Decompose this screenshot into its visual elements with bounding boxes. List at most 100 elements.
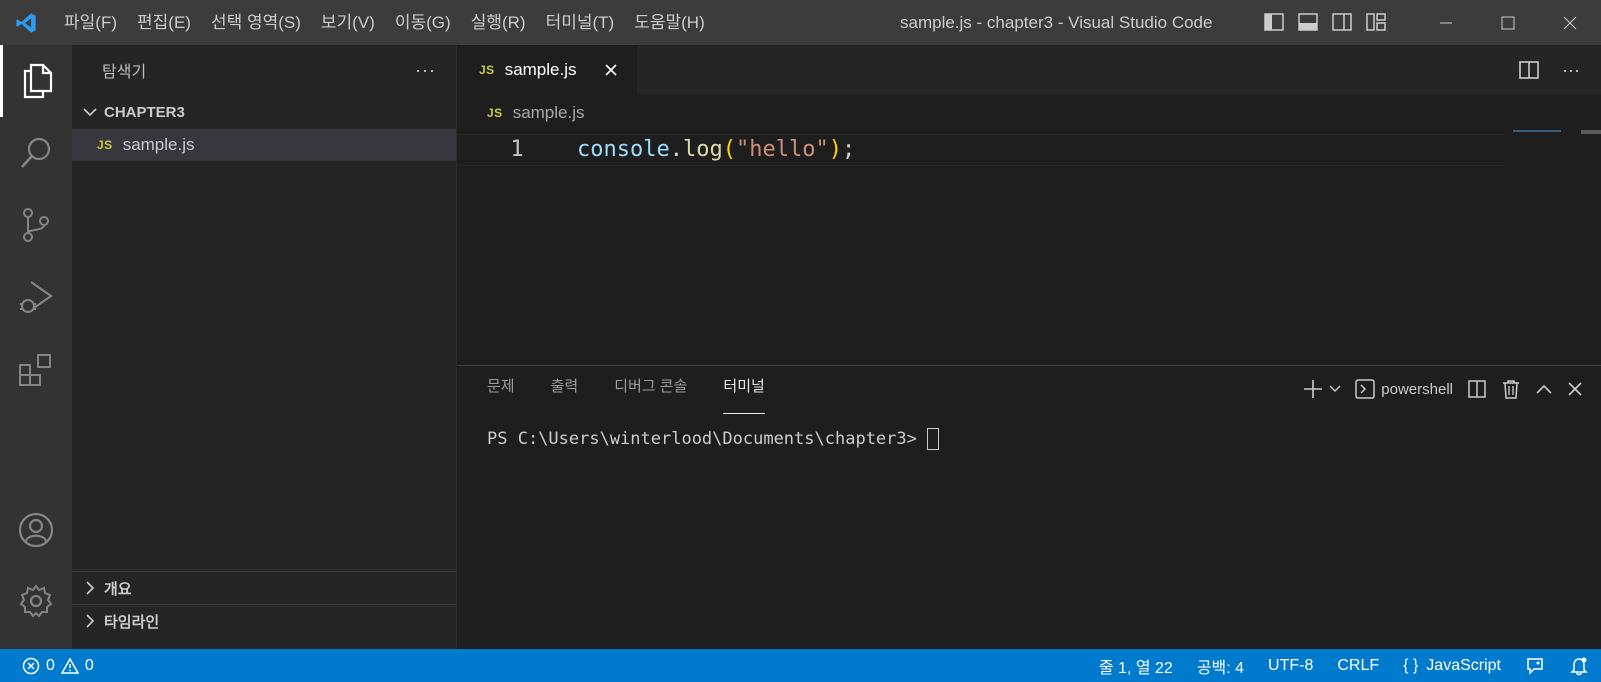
tab-sample-js[interactable]: JS sample.js <box>457 45 637 95</box>
menu-view[interactable]: 보기(V) <box>311 0 385 45</box>
end-of-line[interactable]: CRLF <box>1325 649 1391 682</box>
source-control-icon[interactable] <box>0 189 72 261</box>
terminal-icon <box>1355 379 1376 399</box>
code-editor[interactable]: 1 console.log("hello"); <box>457 130 1601 365</box>
menu-edit[interactable]: 편집(E) <box>127 0 201 45</box>
editor-more-actions-icon[interactable]: ··· <box>1559 58 1583 82</box>
error-icon <box>22 657 40 674</box>
warning-icon <box>60 656 79 674</box>
explorer-sidebar: 탐색기 ··· CHAPTER3 JS sample.js 개요 타임라인 <box>72 45 457 649</box>
close-window-icon[interactable] <box>1539 0 1601 45</box>
split-editor-icon[interactable] <box>1517 58 1541 82</box>
new-terminal-plus-icon[interactable] <box>1303 377 1323 401</box>
maximize-icon[interactable] <box>1477 0 1539 45</box>
indentation[interactable]: 공백: 4 <box>1185 649 1256 682</box>
token-close-paren: ) <box>828 137 842 162</box>
folder-chapter3[interactable]: CHAPTER3 <box>72 95 456 129</box>
editor-actions: ··· <box>1517 58 1583 82</box>
sidebar-title: 탐색기 <box>102 64 147 81</box>
menu-selection[interactable]: 선택 영역(S) <box>201 0 311 45</box>
braces-icon: { } <box>1403 656 1419 674</box>
terminal-shell-selector[interactable]: powershell <box>1355 377 1453 401</box>
accounts-icon[interactable] <box>0 494 72 566</box>
notifications-bell-icon[interactable] <box>1557 649 1601 682</box>
chevron-right-icon <box>80 581 100 595</box>
outline-section[interactable]: 개요 <box>72 571 457 604</box>
tab-terminal[interactable]: 터미널 <box>723 366 766 416</box>
terminal-cursor <box>926 428 939 450</box>
file-label: sample.js <box>122 135 195 154</box>
explorer-icon[interactable] <box>0 45 72 117</box>
code-text: console.log("hello"); <box>577 135 855 165</box>
toggle-panel-icon[interactable] <box>1296 10 1320 34</box>
status-bar: 0 0 줄 1, 열 22 공백: 4 UTF-8 CRLF { } JavaS… <box>0 649 1601 682</box>
tab-output[interactable]: 출력 <box>551 366 597 416</box>
terminal-output[interactable]: PS C:\Users\winterlood\Documents\chapter… <box>487 428 939 450</box>
tab-label: sample.js <box>504 60 577 79</box>
timeline-label: 타임라인 <box>104 613 160 631</box>
window-title: sample.js - chapter3 - Visual Studio Cod… <box>900 13 1213 32</box>
scrollbar-slider[interactable] <box>1581 130 1601 134</box>
terminal-prompt: PS C:\Users\winterlood\Documents\chapter… <box>487 429 917 449</box>
js-file-icon: JS <box>97 138 113 152</box>
close-panel-icon[interactable] <box>1567 377 1583 401</box>
close-tab-icon[interactable] <box>601 60 621 80</box>
timeline-section[interactable]: 타임라인 <box>72 604 457 637</box>
extensions-icon[interactable] <box>0 333 72 405</box>
menu-bar: 파일(F) 편집(E) 선택 영역(S) 보기(V) 이동(G) 실행(R) 터… <box>52 0 715 45</box>
menu-run[interactable]: 실행(R) <box>461 0 536 45</box>
run-debug-icon[interactable] <box>0 261 72 333</box>
tab-problems[interactable]: 문제 <box>487 366 533 416</box>
shell-name: powershell <box>1381 380 1453 398</box>
search-icon[interactable] <box>0 117 72 189</box>
status-bar-right: 줄 1, 열 22 공백: 4 UTF-8 CRLF { } JavaScrip… <box>1087 649 1601 682</box>
js-file-icon: JS <box>479 63 495 77</box>
cursor-position[interactable]: 줄 1, 열 22 <box>1087 649 1185 682</box>
token-method: log <box>682 137 723 162</box>
window-controls <box>1415 0 1601 45</box>
outline-label: 개요 <box>104 580 132 598</box>
manage-gear-icon[interactable] <box>0 565 72 637</box>
menu-help[interactable]: 도움말(H) <box>624 0 715 45</box>
file-item-sample-js[interactable]: JS sample.js <box>72 129 456 161</box>
panel-tab-bar: 문제 출력 디버그 콘솔 터미널 <box>487 366 783 416</box>
token-semicolon: ; <box>841 137 856 162</box>
editor-tab-bar: JS sample.js ··· <box>457 45 1601 95</box>
encoding[interactable]: UTF-8 <box>1256 649 1325 682</box>
sidebar-more-actions-icon[interactable]: ··· <box>415 60 436 81</box>
trash-icon[interactable] <box>1501 377 1521 401</box>
breadcrumb-file[interactable]: sample.js <box>513 103 585 123</box>
menu-go[interactable]: 이동(G) <box>385 0 461 45</box>
code-line: 1 console.log("hello"); <box>457 134 1505 166</box>
folder-label: CHAPTER3 <box>104 103 185 121</box>
token-string: "hello" <box>735 137 829 162</box>
problems-status[interactable]: 0 0 <box>0 657 94 675</box>
sidebar-header: 탐색기 ··· <box>72 45 456 95</box>
vscode-logo-icon <box>0 0 52 45</box>
terminal-dropdown-chevron-icon[interactable] <box>1329 377 1341 401</box>
error-count: 0 <box>46 656 55 674</box>
token-object: console <box>577 137 670 162</box>
split-terminal-icon[interactable] <box>1467 377 1487 401</box>
toggle-secondary-sidebar-icon[interactable] <box>1330 10 1354 34</box>
language-mode[interactable]: { } JavaScript <box>1391 649 1513 682</box>
token-dot: . <box>669 137 683 162</box>
minimap-line <box>1513 130 1561 132</box>
maximize-panel-chevron-up-icon[interactable] <box>1535 377 1553 401</box>
menu-file[interactable]: 파일(F) <box>52 0 127 45</box>
feedback-icon[interactable] <box>1513 649 1557 682</box>
tab-debug-console[interactable]: 디버그 콘솔 <box>614 366 705 416</box>
language-label: JavaScript <box>1426 656 1501 674</box>
customize-layout-icon[interactable] <box>1364 10 1388 34</box>
layout-controls <box>1262 10 1388 34</box>
breadcrumb: JS sample.js <box>457 95 1601 130</box>
chevron-right-icon <box>80 614 100 628</box>
toggle-primary-sidebar-icon[interactable] <box>1262 10 1286 34</box>
minimize-icon[interactable] <box>1415 0 1477 45</box>
warning-count: 0 <box>84 656 94 674</box>
bottom-panel: 문제 출력 디버그 콘솔 터미널 powershell PS C:\Users\… <box>457 365 1601 649</box>
panel-actions: powershell <box>1303 374 1583 404</box>
token-open-paren: ( <box>722 137 736 162</box>
chevron-down-icon <box>80 107 100 117</box>
menu-terminal[interactable]: 터미널(T) <box>536 0 625 45</box>
